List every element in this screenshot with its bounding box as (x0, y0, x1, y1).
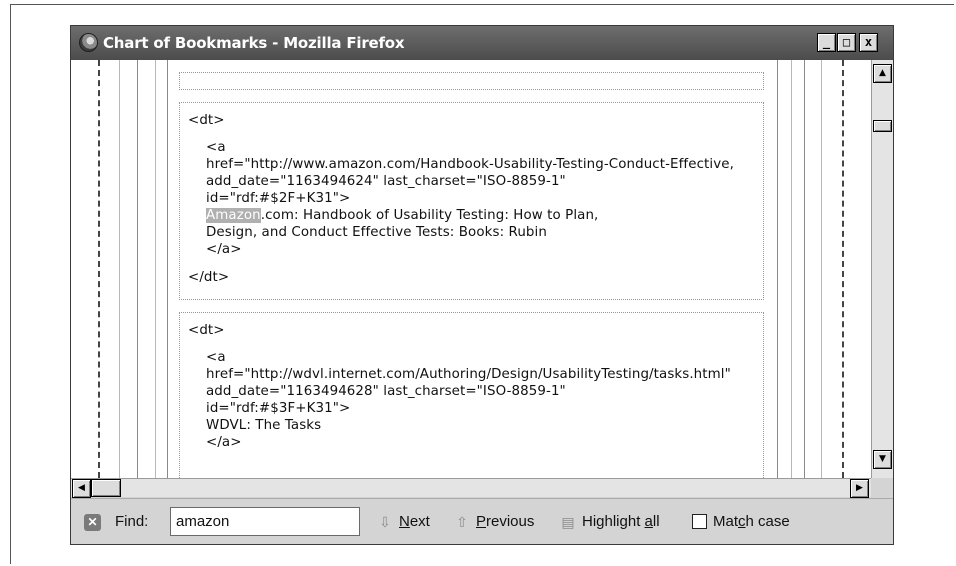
title-bar[interactable]: Chart of Bookmarks - Mozilla Firefox _ □… (71, 26, 893, 60)
horizontal-scroll-thumb[interactable] (91, 479, 121, 497)
scroll-up-button[interactable]: ▲ (873, 64, 892, 83)
column-rule (167, 60, 168, 478)
scrollbar-corner (871, 478, 893, 497)
anchor-close: </a> (206, 435, 242, 450)
vertical-scrollbar[interactable]: ▲ ▼ (871, 60, 893, 478)
anchor-open: <a (206, 350, 226, 365)
find-match-highlight: Amazon (206, 208, 261, 223)
anchor-open: <a (206, 140, 226, 155)
bookmark-title-line: Design, and Conduct Effective Tests: Boo… (206, 225, 547, 240)
match-case-toggle[interactable]: Match case (692, 513, 790, 530)
column-rule (791, 60, 792, 478)
minimize-button[interactable]: _ (817, 33, 836, 52)
bookmark-entry-previous (179, 72, 764, 90)
highlight-all-button[interactable]: ▤ Highlight all (560, 513, 660, 530)
column-rule (155, 60, 156, 478)
vertical-scroll-thumb[interactable] (873, 120, 892, 132)
figure-border-left (10, 4, 11, 564)
horizontal-scrollbar[interactable]: ◀ ▶ (71, 478, 871, 498)
arrow-up-icon: ⇧ (456, 513, 468, 530)
arrow-down-icon: ⇩ (379, 513, 391, 530)
href-attribute: href="http://www.amazon.com/Handbook-Usa… (206, 157, 734, 172)
find-next-label: Next (399, 513, 430, 530)
add-date-attribute: add_date="1163494628" last_charset="ISO-… (206, 384, 566, 399)
page-guide-left (98, 60, 100, 478)
scroll-left-button[interactable]: ◀ (72, 479, 91, 498)
column-rule (804, 60, 805, 478)
find-previous-button[interactable]: ⇧ Previous (454, 513, 534, 530)
window-title: Chart of Bookmarks - Mozilla Firefox (103, 34, 405, 52)
maximize-button[interactable]: □ (837, 33, 856, 52)
scroll-right-button[interactable]: ▶ (850, 479, 869, 498)
id-attribute: id="rdf:#$3F+K31"> (206, 401, 351, 416)
find-previous-label: Previous (476, 513, 535, 530)
match-case-label: Match case (713, 513, 790, 530)
highlighter-icon: ▤ (561, 513, 575, 530)
close-icon[interactable]: ✕ (84, 514, 101, 531)
href-attribute: href="http://wdvl.internet.com/Authoring… (206, 367, 731, 382)
id-attribute: id="rdf:#$2F+K31"> (206, 191, 351, 206)
firefox-logo-icon (79, 33, 98, 52)
bookmark-title-line: WDVL: The Tasks (206, 418, 322, 433)
bookmark-entry: <dt> <a href="http://www.amazon.com/Hand… (179, 102, 764, 300)
find-label: Find: (115, 513, 149, 530)
dt-open-tag: <dt> (188, 323, 225, 338)
column-rule (137, 60, 138, 478)
find-bar: ✕ Find: ⇩ Next ⇧ Previous ▤ Highlight al… (71, 498, 893, 544)
find-next-button[interactable]: ⇩ Next (377, 513, 430, 530)
dt-close-tag: </dt> (188, 270, 230, 285)
close-button[interactable]: x (859, 33, 878, 52)
bookmark-entry: <dt> <a href="http://wdvl.internet.com/A… (179, 312, 764, 478)
column-rule (821, 60, 822, 478)
page-guide-right (842, 60, 844, 478)
anchor-close: </a> (206, 242, 242, 257)
find-input[interactable] (170, 507, 360, 536)
highlight-all-label: Highlight all (582, 513, 660, 530)
page-content[interactable]: <dt> <a href="http://www.amazon.com/Hand… (71, 60, 871, 478)
bookmark-title-line: Amazon.com: Handbook of Usability Testin… (206, 207, 598, 224)
browser-window: Chart of Bookmarks - Mozilla Firefox _ □… (70, 25, 894, 545)
scroll-down-button[interactable]: ▼ (873, 450, 892, 469)
figure-border-top (10, 4, 954, 5)
column-rule (119, 60, 120, 478)
dt-open-tag: <dt> (188, 113, 225, 128)
add-date-attribute: add_date="1163494624" last_charset="ISO-… (206, 174, 566, 189)
bookmark-title-text: .com: Handbook of Usability Testing: How… (260, 208, 599, 223)
match-case-checkbox[interactable] (692, 514, 707, 529)
column-rule (777, 60, 778, 478)
